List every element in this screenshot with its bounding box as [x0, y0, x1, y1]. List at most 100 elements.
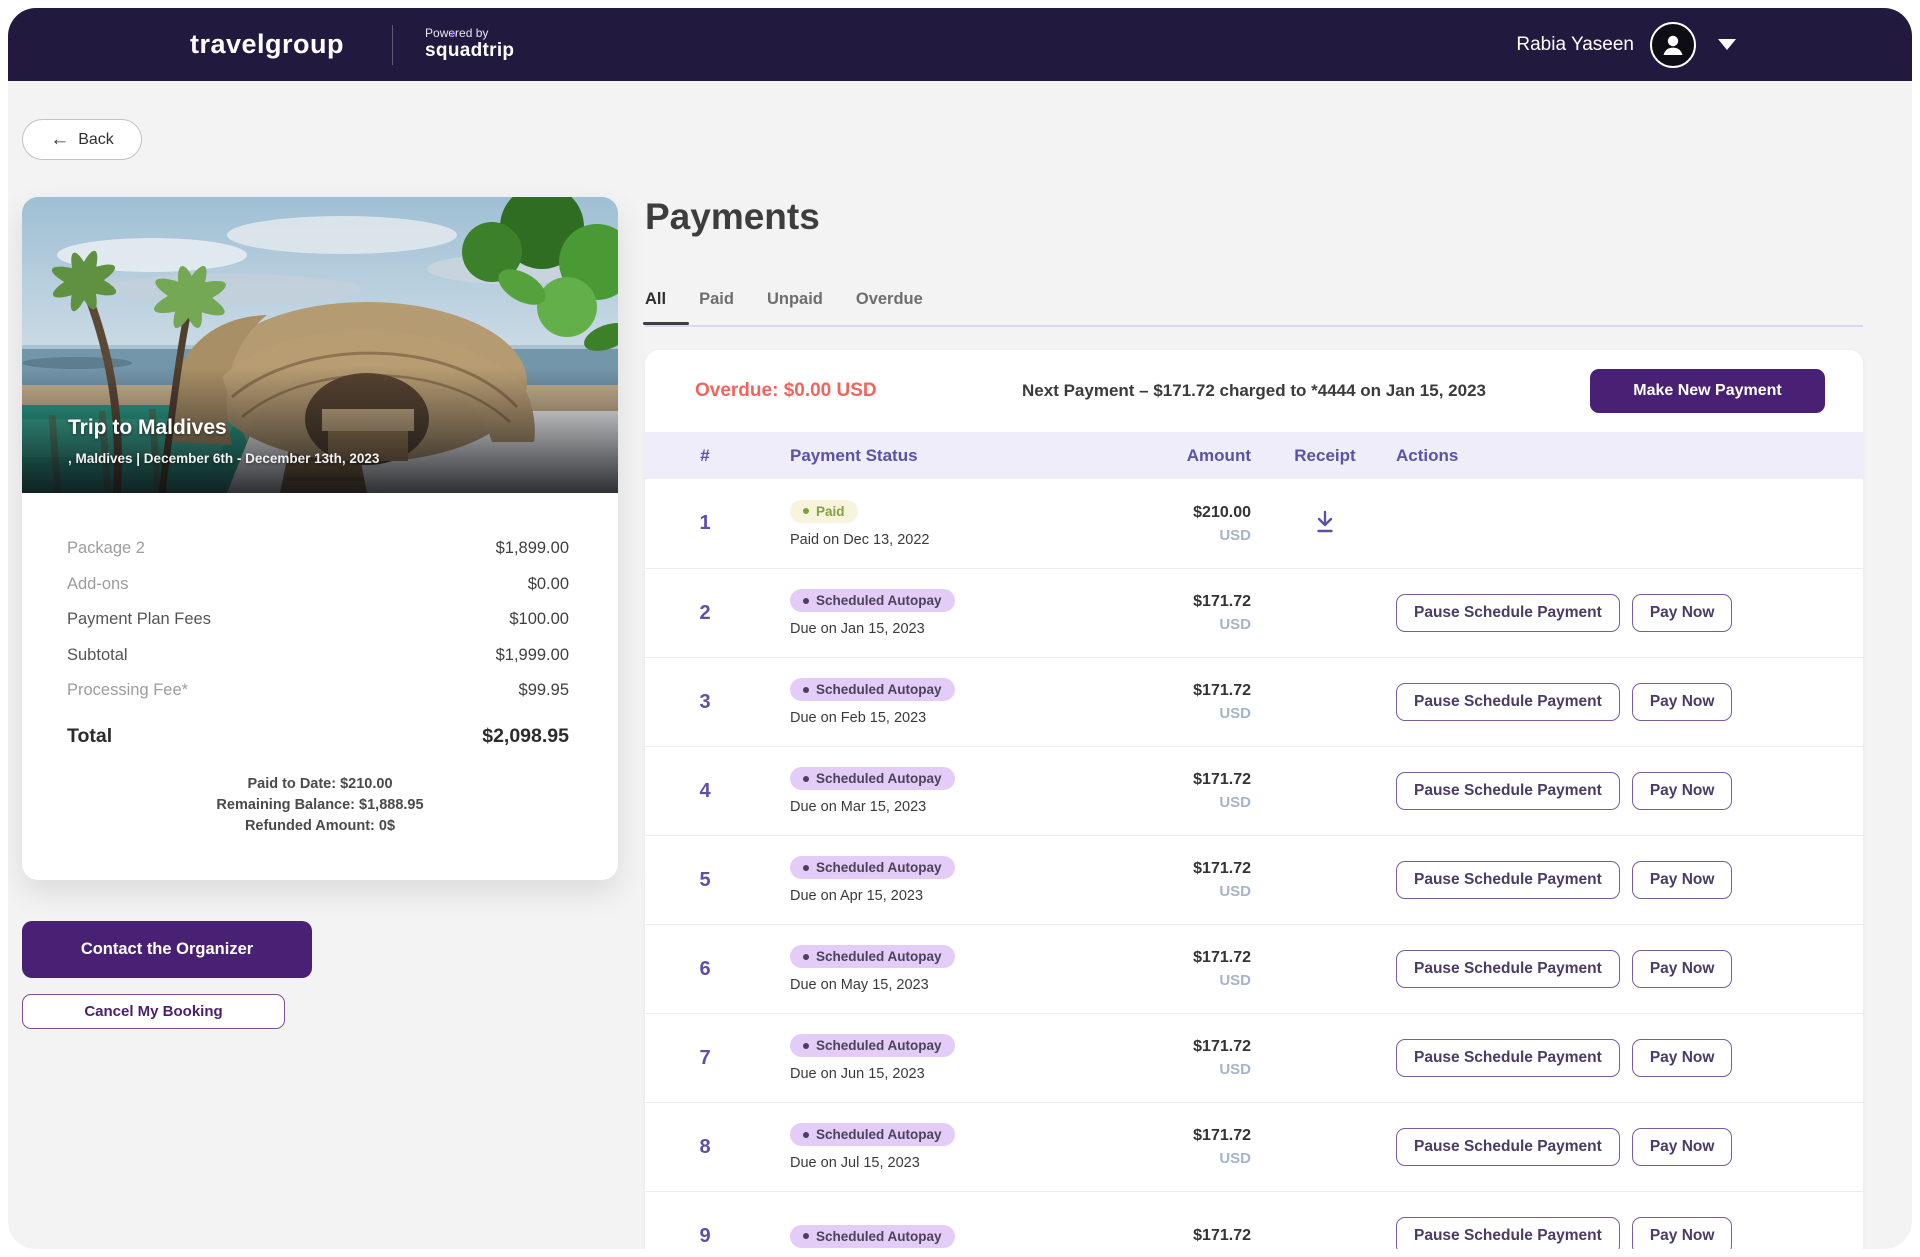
price-line-item: Add-ons$0.00: [67, 567, 569, 603]
row-number: 9: [645, 1225, 765, 1248]
amount-cell: $171.72USD: [1145, 860, 1265, 900]
status-badge-label: Scheduled Autopay: [816, 1127, 942, 1142]
pay-now-button[interactable]: Pay Now: [1632, 950, 1733, 988]
person-icon: [1659, 31, 1687, 59]
pay-now-button[interactable]: Pay Now: [1632, 772, 1733, 810]
brand-caret-icon: ^: [450, 30, 457, 44]
actions-cell: Pause Schedule Payment Pay Now: [1385, 1039, 1863, 1077]
currency-label: USD: [1219, 972, 1251, 989]
avatar[interactable]: [1650, 22, 1696, 68]
status-dot-icon: [803, 1043, 809, 1049]
currency-label: USD: [1219, 527, 1251, 544]
amount-cell: $171.72 USD: [1145, 949, 1265, 989]
payment-status-cell: Scheduled AutopayDue on May 15, 2023: [765, 945, 1145, 993]
tab-paid[interactable]: Paid: [699, 290, 734, 313]
price-label: Package 2: [67, 539, 145, 558]
payment-status-cell: PaidPaid on Dec 13, 2022: [765, 500, 1145, 548]
currency-label: USD: [1219, 794, 1251, 811]
payment-status-cell: Scheduled AutopayDue on Apr 15, 2023: [765, 856, 1145, 904]
price-value: $100.00: [509, 610, 569, 629]
row-number: 6: [645, 958, 765, 981]
summary-line: Refunded Amount: 0$: [22, 816, 618, 837]
price-line-item: Subtotal$1,999.00: [67, 638, 569, 674]
pause-schedule-payment-button[interactable]: Pause Schedule Payment: [1396, 1039, 1620, 1077]
user-menu[interactable]: Rabia Yaseen: [1516, 22, 1912, 68]
payment-status-cell: Scheduled AutopayDue on Jan 15, 2023: [765, 589, 1145, 637]
actions-cell: Pause Schedule Payment Pay Now: [1385, 1217, 1863, 1249]
back-button[interactable]: ← Back: [22, 119, 142, 160]
trip-title: Trip to Maldives: [68, 416, 227, 440]
pay-now-button[interactable]: Pay Now: [1632, 594, 1733, 632]
price-value: $1,899.00: [496, 539, 569, 558]
currency-label: USD: [1219, 1150, 1251, 1167]
row-number: 1: [645, 512, 765, 535]
table-row: 9Scheduled Autopay$171.72Pause Schedule …: [645, 1191, 1863, 1249]
status-badge-label: Scheduled Autopay: [816, 682, 942, 697]
amount-cell: $171.72USD: [1145, 1127, 1265, 1167]
tab-overdue[interactable]: Overdue: [856, 290, 923, 313]
status-dot-icon: [803, 1132, 809, 1138]
status-date: Due on Feb 15, 2023: [790, 710, 926, 726]
pause-schedule-payment-button[interactable]: Pause Schedule Payment: [1396, 861, 1620, 899]
price-list: Package 2$1,899.00Add-ons$0.00Payment Pl…: [67, 531, 569, 709]
payment-status-cell: Scheduled AutopayDue on Jun 15, 2023: [765, 1034, 1145, 1082]
row-number: 4: [645, 780, 765, 803]
column-payment-status: Payment Status: [765, 446, 1145, 466]
pay-now-button[interactable]: Pay Now: [1632, 683, 1733, 721]
back-label: Back: [78, 131, 114, 149]
status-date: Due on Apr 15, 2023: [790, 888, 923, 904]
actions-cell: Pause Schedule Payment Pay Now: [1385, 1128, 1863, 1166]
status-date: Due on Jul 15, 2023: [790, 1155, 920, 1171]
column-actions: Actions: [1385, 446, 1863, 466]
status-date: Paid on Dec 13, 2022: [790, 532, 929, 548]
status-badge: Scheduled Autopay: [790, 945, 955, 968]
payment-status-cell: Scheduled Autopay Due on Mar 15, 2023: [765, 767, 1145, 815]
receipt-cell: [1265, 507, 1385, 540]
row-number: 8: [645, 1136, 765, 1159]
contact-organizer-button[interactable]: Contact the Organizer: [22, 921, 312, 978]
column-amount: Amount: [1145, 446, 1265, 466]
status-badge-label: Scheduled Autopay: [816, 593, 942, 608]
row-number: 3: [645, 691, 765, 714]
total-label: Total: [67, 725, 112, 748]
status-badge-label: Scheduled Autopay: [816, 771, 942, 786]
tab-all[interactable]: All: [645, 290, 666, 313]
tab-unpaid[interactable]: Unpaid: [767, 290, 823, 313]
status-badge: Scheduled Autopay: [790, 1123, 955, 1146]
pay-now-button[interactable]: Pay Now: [1632, 861, 1733, 899]
pause-schedule-payment-button[interactable]: Pause Schedule Payment: [1396, 683, 1620, 721]
pause-schedule-payment-button[interactable]: Pause Schedule Payment: [1396, 594, 1620, 632]
trip-dates: , Maldives | December 6th - December 13t…: [68, 451, 379, 466]
status-dot-icon: [803, 865, 809, 871]
pay-now-button[interactable]: Pay Now: [1632, 1039, 1733, 1077]
pay-now-button[interactable]: Pay Now: [1632, 1217, 1733, 1249]
status-date: Due on Mar 15, 2023: [790, 799, 926, 815]
status-dot-icon: [803, 954, 809, 960]
powered-by-label: Powered by: [425, 27, 514, 41]
currency-label: USD: [1219, 883, 1251, 900]
status-date: Due on Jun 15, 2023: [790, 1066, 925, 1082]
page-title: Payments: [645, 196, 820, 238]
status-badge: Scheduled Autopay: [790, 678, 955, 701]
price-line-item: Processing Fee*$99.95: [67, 673, 569, 709]
make-new-payment-button[interactable]: Make New Payment: [1590, 369, 1825, 413]
status-dot-icon: [803, 776, 809, 782]
pay-now-button[interactable]: Pay Now: [1632, 1128, 1733, 1166]
pause-schedule-payment-button[interactable]: Pause Schedule Payment: [1396, 772, 1620, 810]
pause-schedule-payment-button[interactable]: Pause Schedule Payment: [1396, 1128, 1620, 1166]
amount-value: $171.72: [1193, 949, 1251, 967]
amount-cell: $171.72USD: [1145, 682, 1265, 722]
cancel-booking-button[interactable]: Cancel My Booking: [22, 994, 285, 1029]
summary-line: Remaining Balance: $1,888.95: [22, 795, 618, 816]
download-receipt-button[interactable]: [1312, 507, 1338, 540]
next-payment-info: Next Payment – $171.72 charged to *4444 …: [1022, 381, 1486, 401]
price-value: $0.00: [528, 575, 569, 594]
amount-cell: $210.00USD: [1145, 504, 1265, 544]
status-dot-icon: [803, 687, 809, 693]
caret-down-icon[interactable]: [1718, 39, 1736, 50]
payment-status-cell: Scheduled Autopay Due on Jul 15, 2023: [765, 1123, 1145, 1171]
table-row: 1PaidPaid on Dec 13, 2022$210.00USD: [645, 479, 1863, 568]
row-number: 5: [645, 869, 765, 892]
pause-schedule-payment-button[interactable]: Pause Schedule Payment: [1396, 1217, 1620, 1249]
pause-schedule-payment-button[interactable]: Pause Schedule Payment: [1396, 950, 1620, 988]
